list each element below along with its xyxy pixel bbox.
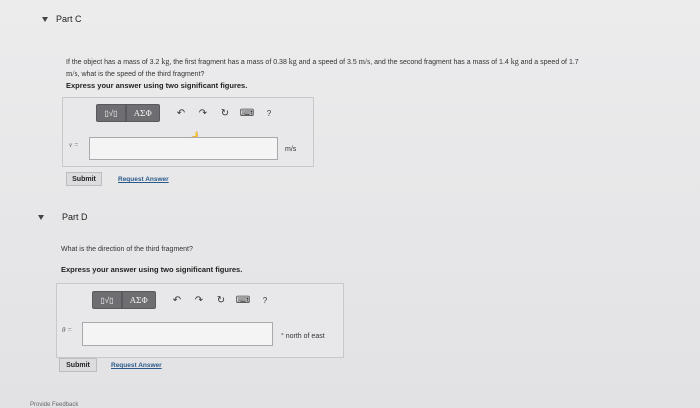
part-d-variable-label: θ = — [62, 326, 72, 334]
undo-icon[interactable]: ↶ — [168, 292, 186, 308]
part-c-request-answer-link[interactable]: Request Answer — [118, 176, 169, 183]
help-icon[interactable]: ? — [256, 292, 274, 308]
provide-feedback-link[interactable]: Provide Feedback — [30, 402, 78, 408]
part-c-instruction: Express your answer using two significan… — [66, 81, 248, 90]
help-icon[interactable]: ? — [260, 105, 278, 121]
redo-icon[interactable]: ↷ — [194, 105, 212, 121]
part-c-toolbar: ▯√▯ ΑΣΦ ↶ ↷ ↻ ⌨ ? — [96, 104, 278, 122]
part-c-unit-label: m/s — [285, 146, 297, 153]
redo-icon[interactable]: ↷ — [190, 292, 208, 308]
greek-symbols-button[interactable]: ΑΣΦ — [126, 104, 160, 122]
page: Part C If the object has a mass of 3.2 k… — [0, 0, 700, 408]
part-d-question: What is the direction of the third fragm… — [61, 246, 193, 253]
reset-icon[interactable]: ↻ — [216, 105, 234, 121]
part-c-variable-label: v = — [69, 141, 79, 149]
templates-button[interactable]: ▯√▯ — [92, 291, 122, 309]
part-d-instruction: Express your answer using two significan… — [61, 265, 243, 274]
keyboard-icon[interactable]: ⌨ — [238, 105, 256, 121]
part-c-question: If the object has a mass of 3.2 kg, the … — [66, 57, 579, 78]
reset-icon[interactable]: ↻ — [212, 292, 230, 308]
part-d-toolbar: ▯√▯ ΑΣΦ ↶ ↷ ↻ ⌨ ? — [92, 291, 274, 309]
part-d-title[interactable]: Part D — [62, 212, 88, 222]
collapse-caret-icon[interactable] — [38, 215, 44, 220]
part-d-request-answer-link[interactable]: Request Answer — [111, 362, 162, 369]
collapse-caret-icon[interactable] — [42, 17, 48, 22]
part-d-answer-input[interactable] — [82, 322, 273, 346]
templates-button[interactable]: ▯√▯ — [96, 104, 126, 122]
undo-icon[interactable]: ↶ — [172, 105, 190, 121]
part-c-answer-input[interactable] — [89, 137, 278, 160]
part-d-unit-label: ° north of east — [281, 333, 325, 340]
greek-symbols-button[interactable]: ΑΣΦ — [122, 291, 156, 309]
part-c-submit-button[interactable]: Submit — [66, 172, 102, 186]
part-d-submit-button[interactable]: Submit — [59, 358, 97, 372]
keyboard-icon[interactable]: ⌨ — [234, 292, 252, 308]
part-c-title[interactable]: Part C — [56, 14, 82, 24]
